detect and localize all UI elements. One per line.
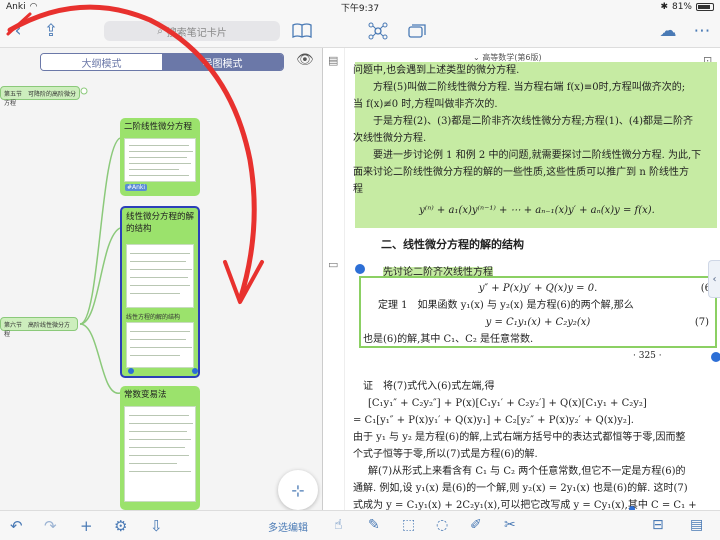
node-section6[interactable]: 第六节 高阶线性微分方程: [0, 317, 78, 338]
page-icon[interactable]: ▭: [328, 258, 338, 271]
text-line: 程: [353, 184, 363, 195]
cards-icon[interactable]: [405, 20, 429, 42]
theorem-block: y″ + P(x)y′ + Q(x)y = 0. (6 定理 1 如果函数 y₁…: [363, 280, 713, 348]
theorem-also: 也是(6)的解,其中 C₁、C₂ 是任意常数.: [363, 334, 534, 345]
pdf-reader-pane: ▤ ▭ ⌄ 高等数学(第6版) ⊡ 问题中,也会遇到上述类型的微分方程. 方程(…: [322, 48, 720, 510]
proof-line: 式成为 y = C₁y₁(x) + 2C₂y₁(x),可以把它改写成 y = C…: [353, 500, 697, 510]
battery-percent: 81%: [671, 2, 692, 12]
text-line: 次线性微分方程.: [353, 133, 427, 144]
card-title: 线性微分方程的解的结构: [126, 212, 195, 234]
card-solution-structure[interactable]: 线性微分方程的解的结构 线性方程的解的结构: [120, 206, 200, 378]
lasso-icon[interactable]: ◌: [436, 517, 448, 533]
cloud-sync-icon[interactable]: ☁: [656, 20, 680, 42]
eraser-icon[interactable]: ✂: [504, 517, 516, 533]
card-variation-constants[interactable]: 常数变易法: [120, 386, 200, 510]
proof-line: 由于 y₁ 与 y₂ 是方程(6)的解,上式右端方括号中的表达式都恒等于零,因而…: [353, 432, 686, 443]
card-thumbnail: [124, 138, 196, 182]
highlighter-icon[interactable]: ✎: [368, 517, 380, 533]
search-input[interactable]: ⌕ 搜索笔记卡片: [104, 21, 280, 41]
theorem-text: 定理 1 如果函数 y₁(x) 与 y₂(x) 是方程(6)的两个解,那么: [378, 300, 634, 311]
search-placeholder: 搜索笔记卡片: [166, 27, 227, 39]
selection-handle-top[interactable]: [355, 264, 365, 274]
card-second-order-linear[interactable]: 二阶线性微分方程 #Anki: [120, 118, 200, 196]
import-icon[interactable]: ⇩: [150, 517, 163, 535]
text-line: 当 f(x)≢0 时,方程叫做非齐次的.: [353, 99, 498, 110]
card-thumbnail: [126, 244, 194, 308]
equation-7: y = C₁y₁(x) + C₂y₂(x): [485, 317, 591, 328]
clock: 下午9:37: [340, 3, 380, 14]
card-subtitle: 线性方程的解的结构: [126, 314, 181, 321]
split-view-icon[interactable]: ⊟: [652, 517, 664, 533]
undo-icon[interactable]: ↶: [10, 517, 23, 535]
notes-icon[interactable]: ▤: [690, 517, 703, 533]
formula-n-order: y⁽ⁿ⁾ + a₁(x)y⁽ⁿ⁻¹⁾ + ⋯ + aₙ₋₁(x)y′ + aₙ(…: [419, 205, 655, 216]
anki-tag: #Anki: [125, 184, 148, 191]
book-icon[interactable]: [290, 20, 314, 42]
proof-line: 证 将(7)式代入(6)式左端,得: [363, 381, 495, 392]
text-line: 要进一步讨论例 1 和例 2 中的问题,就需要探讨二阶线性微分方程. 为此,下: [373, 150, 702, 161]
page-text-lower: 证 将(7)式代入(6)式左端,得 [C₁y₁″ + C₂y₂″] + P(x)…: [353, 378, 719, 510]
proof-line: 个式子恒等于零,所以(7)式是方程(6)的解.: [353, 449, 538, 460]
text-line: 问题中,也会遇到上述类型的微分方程.: [353, 65, 520, 76]
mindmap-icon[interactable]: [366, 20, 390, 42]
crosshair-icon: ⊹: [291, 480, 305, 500]
card-handle-right[interactable]: [192, 368, 198, 374]
search-icon: ⌕: [157, 25, 163, 37]
card-thumbnail: [124, 406, 196, 502]
pen-icon[interactable]: ✐: [470, 517, 482, 533]
redo-icon[interactable]: ↷: [44, 517, 57, 535]
more-icon[interactable]: ⋯: [690, 20, 714, 42]
battery-icon: [696, 3, 714, 11]
proof-line: 解(7)从形式上来看含有 C₁ 与 C₂ 两个任意常数,但它不一定是方程(6)的: [368, 466, 686, 477]
page-number: · 325 ·: [633, 351, 662, 361]
card-thumbnail-2: [126, 322, 194, 368]
mindmap-pane: 大纲模式 导图模式 👁 第五节 可降阶的高阶微分方程 第六节 高阶线性微分方程 …: [0, 48, 322, 510]
proof-line: 通解. 例如,设 y₁(x) 是(6)的一个解,则 y₂(x) = 2y₁(x)…: [353, 483, 688, 494]
add-icon[interactable]: +: [80, 517, 93, 535]
wifi-icon: ◠: [29, 2, 38, 12]
reader-bottom-toolbar: ☝ ✎ ⬚ ◌ ✐ ✂ ⊟ ▤: [322, 510, 720, 540]
recenter-button[interactable]: ⊹: [278, 470, 318, 510]
left-bottom-toolbar: ↶ ↷ + ⚙ ⇩ 多选编辑: [0, 510, 322, 540]
hand-tool-icon[interactable]: ☝: [334, 517, 343, 533]
proof-line: [C₁y₁″ + C₂y₂″] + P(x)[C₁y₁′ + C₂y₂′] + …: [368, 398, 647, 409]
card-title: 常数变易法: [124, 390, 167, 400]
app-back-label[interactable]: Anki: [6, 2, 26, 12]
selection-handle-bottom[interactable]: [711, 352, 720, 362]
side-drawer-handle[interactable]: ‹: [708, 260, 720, 298]
reader-side-strip: ▤ ▭: [323, 48, 345, 510]
text-line: 面来讨论二阶线性微分方程的解的一些性质,这些性质可以推广到 n 阶线性方: [353, 167, 689, 178]
document-title-text: 高等数学(第6版): [482, 53, 542, 62]
back-icon[interactable]: ‹: [8, 20, 28, 42]
multi-select-edit-button[interactable]: 多选编辑: [268, 519, 308, 534]
page-text-upper: 问题中,也会遇到上述类型的微分方程. 方程(5)叫做二阶线性微分方程. 当方程右…: [353, 62, 720, 219]
equation-7-number: (7): [694, 317, 709, 328]
bluetooth-icon: ✱: [660, 2, 668, 12]
text-line: 方程(5)叫做二阶线性微分方程. 当方程右端 f(x)≡0时,方程叫做齐次的;: [373, 82, 686, 93]
share-icon[interactable]: ⇪: [40, 20, 62, 42]
top-toolbar: ‹ ⇪ ⌕ 搜索笔记卡片 ☁ ⋯: [0, 14, 720, 48]
settings-icon[interactable]: ⚙: [114, 517, 127, 535]
equation-6: y″ + P(x)y′ + Q(x)y = 0.: [478, 283, 598, 294]
node-section5[interactable]: 第五节 可降阶的高阶微分方程: [0, 86, 80, 107]
rect-select-icon[interactable]: ⬚: [402, 517, 415, 533]
section-heading: 二、线性微分方程的解的结构: [381, 238, 524, 251]
card-handle-left[interactable]: [128, 368, 134, 374]
card-title: 二阶线性微分方程: [124, 122, 193, 132]
outline-icon[interactable]: ▤: [328, 54, 338, 67]
status-bar: Anki ◠ 下午9:37 ✱ 81%: [0, 0, 720, 14]
proof-line: = C₁[y₁″ + P(x)y₁′ + Q(x)y₁] + C₂[y₂″ + …: [353, 415, 634, 426]
text-line: 于是方程(2)、(3)都是二阶非齐次线性微分方程;方程(1)、(4)都是二阶齐: [373, 116, 694, 127]
